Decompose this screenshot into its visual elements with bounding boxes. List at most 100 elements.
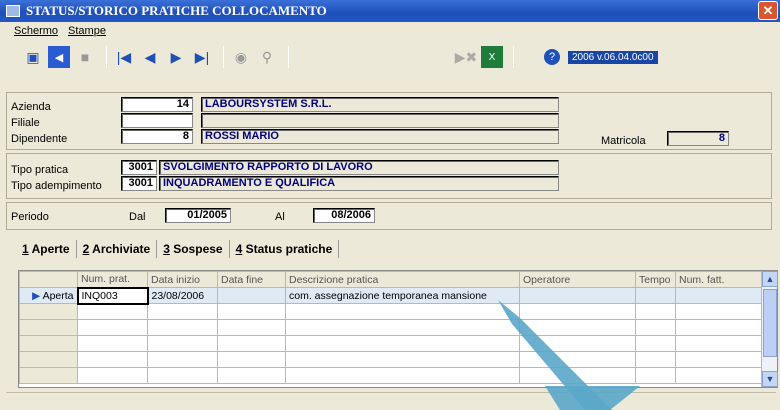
cell-operatore[interactable] (519, 287, 636, 304)
dipendente-code-field[interactable]: 8 (121, 129, 193, 144)
filiale-label: Filiale (11, 117, 40, 129)
cell[interactable] (519, 367, 636, 384)
cell[interactable] (285, 319, 520, 336)
cell-tempo[interactable] (635, 287, 676, 304)
cell[interactable] (519, 351, 636, 368)
scroll-thumb[interactable] (763, 289, 777, 357)
cell-data-fine[interactable] (217, 287, 286, 304)
pratiche-grid: Num. prat. Data inizio Data fine Descriz… (18, 270, 778, 388)
cell[interactable] (77, 335, 148, 352)
column-header[interactable]: Data inizio (147, 271, 218, 288)
cell[interactable] (77, 303, 148, 320)
row-status-label: Aperta (42, 289, 74, 302)
folder-icon[interactable]: ■ (74, 46, 96, 68)
table-header-row: Num. prat. Data inizio Data fine Descriz… (19, 271, 762, 288)
tab-archiviate[interactable]: 2 Archiviate (77, 240, 158, 258)
matricola-label: Matricola (601, 135, 646, 147)
cell[interactable] (147, 303, 218, 320)
vertical-scrollbar[interactable]: ▲ ▼ (761, 271, 778, 387)
back-icon[interactable]: ◀ (48, 46, 70, 68)
cell[interactable] (519, 335, 636, 352)
cell[interactable] (635, 367, 676, 384)
cell[interactable] (217, 319, 286, 336)
cell[interactable] (147, 351, 218, 368)
scroll-up-icon[interactable]: ▲ (762, 271, 778, 287)
cell-num-fatt[interactable] (675, 287, 762, 304)
filiale-code-field[interactable] (121, 113, 193, 128)
cell[interactable] (635, 335, 676, 352)
cell[interactable] (217, 303, 286, 320)
cell[interactable] (285, 335, 520, 352)
table-row[interactable] (19, 319, 762, 336)
cell[interactable] (217, 335, 286, 352)
cell-descrizione[interactable]: com. assegnazione temporanea mansione (285, 287, 520, 304)
column-header[interactable]: Operatore (519, 271, 636, 288)
first-record-icon[interactable]: |◀ (113, 46, 135, 68)
tipo-pratica-label: Tipo pratica (11, 164, 69, 176)
column-header[interactable]: Data fine (217, 271, 286, 288)
table-row[interactable] (19, 335, 762, 352)
column-header[interactable]: Num. fatt. (675, 271, 762, 288)
binoculars-icon[interactable]: ◉ (230, 46, 252, 68)
save-icon[interactable]: ▣ (22, 46, 44, 68)
cell[interactable] (147, 335, 218, 352)
menu-stampe[interactable]: Stampe (68, 25, 106, 37)
next-record-icon[interactable]: ▶ (165, 46, 187, 68)
cell[interactable] (519, 319, 636, 336)
cell[interactable] (675, 367, 762, 384)
cell[interactable] (217, 351, 286, 368)
filiale-name-field (201, 113, 559, 128)
table-row[interactable] (19, 351, 762, 368)
toolbar-separator (223, 46, 224, 68)
matricola-field: 8 (667, 131, 729, 146)
cell[interactable] (519, 303, 636, 320)
scroll-down-icon[interactable]: ▼ (762, 371, 778, 387)
cell[interactable] (675, 335, 762, 352)
tipo-adempimento-code-field[interactable]: 3001 (121, 176, 157, 191)
cell[interactable] (675, 319, 762, 336)
cell[interactable] (635, 351, 676, 368)
last-record-icon[interactable]: ▶| (191, 46, 213, 68)
delete-icon[interactable]: ▶✖ (455, 46, 478, 68)
azienda-code-field[interactable]: 14 (121, 97, 193, 112)
tab-status-pratiche[interactable]: 4 Status pratiche (230, 240, 340, 258)
zoom-icon[interactable]: ⚲ (256, 46, 278, 68)
table-row[interactable] (19, 367, 762, 384)
excel-icon[interactable]: X (481, 46, 503, 68)
tipo-pratica-code-field[interactable]: 3001 (121, 160, 157, 175)
close-button[interactable]: ✕ (758, 1, 778, 20)
table-row[interactable] (19, 303, 762, 320)
cell[interactable] (285, 303, 520, 320)
cell[interactable] (285, 367, 520, 384)
al-field[interactable]: 08/2006 (313, 208, 375, 223)
dipendente-label: Dipendente (11, 133, 68, 145)
cell[interactable] (77, 351, 148, 368)
app-icon (6, 5, 20, 17)
cell[interactable] (635, 303, 676, 320)
column-header[interactable]: Descrizione pratica (285, 271, 520, 288)
cell[interactable] (147, 319, 218, 336)
cell-num-prat[interactable]: INQ003 (76, 286, 149, 305)
dipendente-name-field: ROSSI MARIO (201, 129, 559, 144)
column-header[interactable]: Tempo (635, 271, 676, 288)
cell[interactable] (285, 351, 520, 368)
cell[interactable] (675, 351, 762, 368)
tab-sospese[interactable]: 3 Sospese (157, 240, 230, 258)
menu-bar: Schermo Stampe (0, 22, 780, 40)
row-header (19, 351, 78, 368)
cell[interactable] (635, 319, 676, 336)
cell-data-inizio[interactable]: 23/08/2006 (147, 287, 218, 304)
menu-schermo[interactable]: Schermo (14, 25, 58, 37)
help-icon[interactable]: ? (544, 49, 560, 65)
cell[interactable] (77, 367, 148, 384)
cell[interactable] (675, 303, 762, 320)
cell[interactable] (77, 319, 148, 336)
cell[interactable] (217, 367, 286, 384)
table-row[interactable]: ▶ Aperta INQ003 23/08/2006 com. assegnaz… (19, 286, 762, 305)
azienda-label: Azienda (11, 101, 51, 113)
dal-field[interactable]: 01/2005 (165, 208, 231, 223)
tab-aperte[interactable]: 1 Aperte (16, 240, 77, 258)
previous-record-icon[interactable]: ◀ (139, 46, 161, 68)
cell[interactable] (147, 367, 218, 384)
column-header[interactable]: Num. prat. (77, 271, 148, 288)
